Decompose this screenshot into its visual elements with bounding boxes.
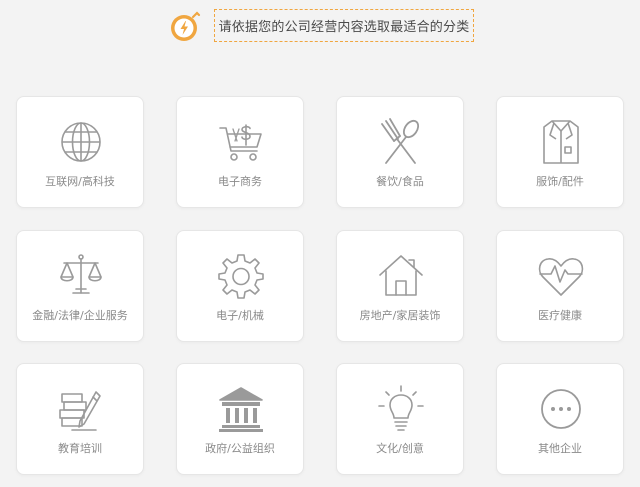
house-icon xyxy=(376,251,426,301)
shopping-cart-icon xyxy=(216,117,266,167)
category-label: 餐饮/食品 xyxy=(376,175,424,188)
category-label: 医疗健康 xyxy=(538,309,582,322)
globe-icon xyxy=(56,117,106,167)
category-card-real-estate[interactable]: 房地产/家居装饰 xyxy=(336,230,464,342)
category-label: 其他企业 xyxy=(538,442,582,455)
category-card-food-beverage[interactable]: 餐饮/食品 xyxy=(336,96,464,208)
gear-icon xyxy=(216,251,266,301)
category-card-electronics-machinery[interactable]: 电子/机械 xyxy=(176,230,304,342)
category-label: 金融/法律/企业服务 xyxy=(32,309,128,322)
category-label: 服饰/配件 xyxy=(536,175,584,188)
shirt-icon xyxy=(536,117,586,167)
category-card-healthcare[interactable]: 医疗健康 xyxy=(496,230,624,342)
category-label: 电子/机械 xyxy=(216,309,264,322)
more-dots-icon xyxy=(536,384,586,434)
light-bulb-icon xyxy=(376,384,426,434)
heartbeat-icon xyxy=(536,251,586,301)
government-building-icon xyxy=(216,384,266,434)
category-card-ecommerce[interactable]: 电子商务 xyxy=(176,96,304,208)
scales-icon xyxy=(56,251,106,301)
category-label: 文化/创意 xyxy=(376,442,424,455)
category-card-other[interactable]: 其他企业 xyxy=(496,363,624,475)
category-label: 互联网/高科技 xyxy=(45,175,115,188)
category-grid: 互联网/高科技 电子商务 餐饮/食品 服饰/配件 金融/法律/企业服务 电子/机… xyxy=(0,0,640,487)
category-label: 政府/公益组织 xyxy=(205,442,275,455)
category-label: 房地产/家居装饰 xyxy=(359,309,441,322)
fork-spoon-icon xyxy=(376,117,426,167)
category-card-education[interactable]: 教育培训 xyxy=(16,363,144,475)
category-label: 电子商务 xyxy=(218,175,262,188)
category-card-internet-tech[interactable]: 互联网/高科技 xyxy=(16,96,144,208)
books-pen-icon xyxy=(56,384,106,434)
category-card-apparel[interactable]: 服饰/配件 xyxy=(496,96,624,208)
category-label: 教育培训 xyxy=(58,442,102,455)
category-card-finance-legal[interactable]: 金融/法律/企业服务 xyxy=(16,230,144,342)
category-card-government-nonprofit[interactable]: 政府/公益组织 xyxy=(176,363,304,475)
category-card-culture-creative[interactable]: 文化/创意 xyxy=(336,363,464,475)
